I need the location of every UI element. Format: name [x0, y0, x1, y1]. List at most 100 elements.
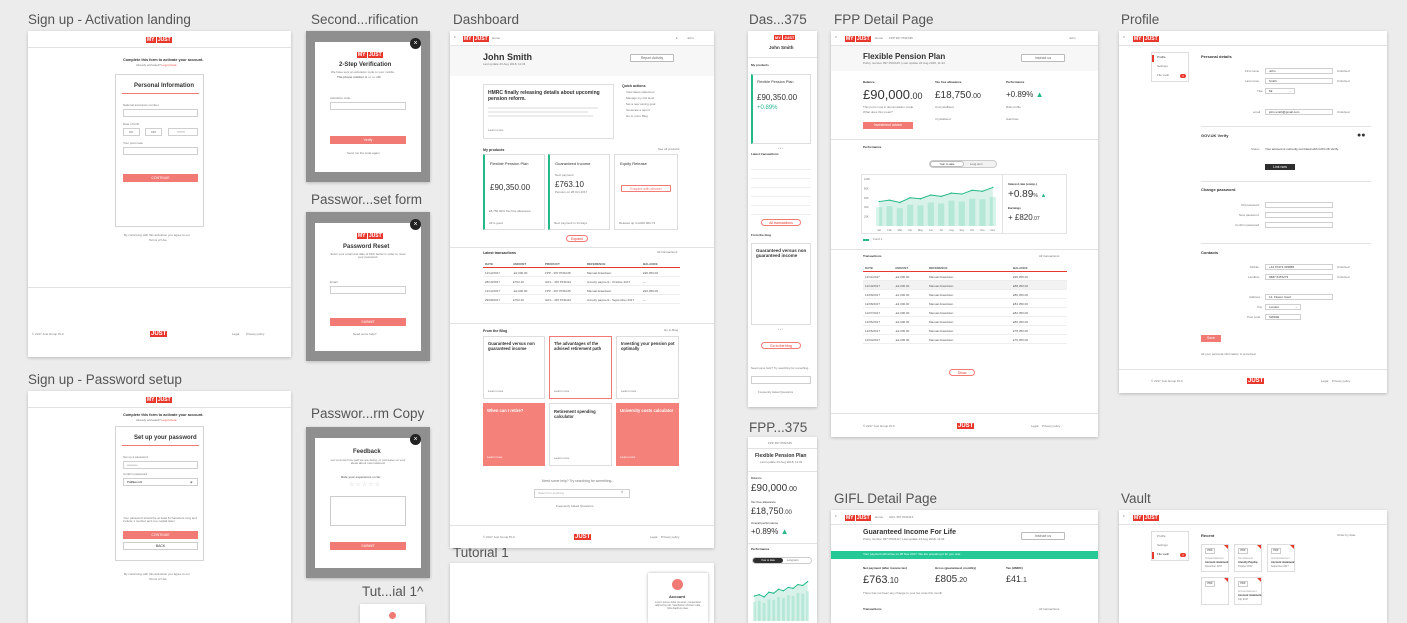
- password-input[interactable]: ••••••••••: [123, 461, 198, 469]
- column-header[interactable]: DATE: [485, 262, 493, 266]
- verify-button[interactable]: Verify: [330, 136, 406, 144]
- column-header[interactable]: PRODUCT: [545, 262, 560, 266]
- go-to-blog-link[interactable]: Go to Blog: [664, 328, 678, 332]
- table-row[interactable]: 12/04/2017 -£2,000.00 Manual drawdown £76,3…: [863, 335, 1067, 344]
- nav-home[interactable]: Home: [875, 36, 883, 40]
- menu-icon[interactable]: ≡: [835, 514, 837, 518]
- table-row[interactable]: 12/07/2017 -£2,000.00 Manual drawdown £82,3…: [863, 308, 1067, 317]
- investment-advice-button[interactable]: Investment advice: [863, 122, 913, 129]
- blog-card[interactable]: Investing your pension pot optimally Lea…: [616, 336, 679, 399]
- first-name-input[interactable]: John: [1265, 68, 1333, 74]
- close-icon[interactable]: ×: [410, 434, 421, 445]
- learn-more-link[interactable]: Learn more: [488, 128, 503, 132]
- sort-select[interactable]: Order by date: [1337, 533, 1355, 537]
- table-row[interactable]: 29/09/2017 £763.10 GIFL - 397 PFR412 Annuit…: [483, 295, 680, 304]
- postcode-input[interactable]: [123, 147, 198, 155]
- all-transactions-button[interactable]: All transactions: [761, 219, 801, 226]
- blog-card[interactable]: Guaranteed versus non guaranteed income …: [483, 336, 545, 399]
- table-row[interactable]: 12/10/2017 -£2,000.00 Manual drawdown £88,3…: [863, 281, 1067, 290]
- user-menu[interactable]: John: [687, 36, 694, 40]
- privacy-link[interactable]: Privacy policy: [661, 535, 679, 539]
- product-card-gifl[interactable]: Guaranteed Income Next payment £763.10 P…: [548, 154, 610, 230]
- nav-settings[interactable]: Settings: [1157, 543, 1168, 547]
- quick-action-link[interactable]: Go to more Blog: [626, 114, 648, 118]
- postcode-input[interactable]: SW10E: [1265, 314, 1301, 320]
- nav-home[interactable]: Home: [875, 515, 883, 519]
- continue-button[interactable]: CONTINUE: [123, 174, 198, 182]
- email-input[interactable]: [330, 286, 406, 294]
- document-card[interactable]: PDF: [1201, 577, 1229, 605]
- old-password-input[interactable]: [1265, 202, 1333, 208]
- table-row[interactable]: 12/08/2017 -£2,000.00 Manual drawdown £84,3…: [863, 299, 1067, 308]
- dob-year[interactable]: YYYY: [168, 128, 198, 136]
- instruct-button[interactable]: Instruct us: [1021, 54, 1065, 62]
- go-to-blog-button[interactable]: Go to the blog: [761, 342, 801, 349]
- document-card[interactable]: PDF Annual statement Account statement N…: [1201, 544, 1229, 572]
- city-select[interactable]: London ⌄: [1265, 304, 1301, 310]
- confirm-password-input[interactable]: [1265, 222, 1333, 228]
- column-header[interactable]: BALANCE: [643, 262, 658, 266]
- nav-settings[interactable]: Settings: [1157, 64, 1168, 68]
- resend-link[interactable]: Send me the code again: [347, 151, 380, 155]
- table-row[interactable]: 28/10/2017 £763.10 GIFL - 397 PFR412 Annuit…: [483, 277, 680, 286]
- enquire-button[interactable]: Enquire with adviser: [621, 185, 671, 192]
- blog-card[interactable]: Retirement spending calculator Learn mor…: [549, 403, 612, 466]
- new-password-input[interactable]: [1265, 212, 1333, 218]
- document-card[interactable]: PDF Tax statement Annuity Payslip Octobe…: [1234, 544, 1262, 572]
- promo-card[interactable]: University costs calculator Learn more: [616, 403, 679, 466]
- all-transactions-link[interactable]: All transactions: [1039, 254, 1059, 258]
- submit-button[interactable]: SUBMIT: [330, 542, 406, 550]
- terms-link[interactable]: Terms of Use: [149, 577, 167, 581]
- mobile-input[interactable]: +44 07473 333865: [1265, 264, 1333, 270]
- column-header[interactable]: AMOUNT: [513, 262, 526, 266]
- table-row[interactable]: 12/11/2017 -£2,000.00 Manual drawdown £90,3…: [863, 272, 1067, 281]
- submit-button[interactable]: SUBMIT: [330, 318, 406, 326]
- nav-file-vault[interactable]: File vault: [1157, 552, 1169, 556]
- nav-home[interactable]: Home: [492, 36, 500, 40]
- show-more-button[interactable]: Show: [949, 369, 975, 376]
- confirm-password-input[interactable]: Pa$$word1 ◉: [123, 478, 198, 486]
- report-button[interactable]: Report Activity: [630, 54, 674, 62]
- instruct-button[interactable]: Instruct us: [1021, 532, 1065, 540]
- legal-link[interactable]: Legal: [232, 332, 239, 336]
- link-now-button[interactable]: Link now: [1265, 164, 1295, 170]
- table-row[interactable]: 12/09/2017 -£1,000.00 Manual drawdown £86,3…: [863, 290, 1067, 299]
- back-button[interactable]: BACK: [123, 542, 198, 550]
- help-link[interactable]: Need some help?: [353, 332, 377, 336]
- table-row[interactable]: 12/12/2017 -£2,000.00 FPP - 397 PFRA35 Manu…: [483, 268, 680, 277]
- blog-card[interactable]: Guaranteed versus non guaranteed income: [751, 243, 811, 325]
- ni-input[interactable]: [123, 109, 198, 117]
- search-input[interactable]: Search for anything ⚲: [534, 489, 630, 498]
- table-row[interactable]: 12/05/2017 -£2,000.00 Manual drawdown £78,3…: [863, 326, 1067, 335]
- title-select[interactable]: Mr. ⌄: [1265, 88, 1295, 94]
- faq-link[interactable]: Frequently Asked Questions: [758, 390, 793, 394]
- privacy-link[interactable]: Privacy policy: [246, 332, 264, 336]
- chart-toggle[interactable]: Year to date Long term: [929, 160, 997, 168]
- product-card-fpp[interactable]: Flexible Pension Plan £90,350.00 £8,750.…: [483, 154, 545, 230]
- quick-action-link[interactable]: Set a new saving goal: [626, 102, 655, 106]
- document-card[interactable]: PDF Annual statement Account statement S…: [1267, 544, 1295, 572]
- nav-file-vault[interactable]: File vault: [1157, 73, 1169, 77]
- activation-code-input[interactable]: [330, 102, 406, 110]
- blog-card-selected[interactable]: The advantages of the advised retirement…: [549, 336, 612, 399]
- email-input[interactable]: john.smith@gmail.com: [1265, 109, 1333, 115]
- menu-icon[interactable]: ≡: [1123, 514, 1125, 518]
- feedback-textarea[interactable]: [330, 496, 406, 526]
- login-link[interactable]: Log in here: [162, 418, 177, 422]
- menu-icon[interactable]: ≡: [1123, 35, 1125, 39]
- column-header[interactable]: REFERENCE: [929, 266, 948, 270]
- user-menu[interactable]: John: [1069, 36, 1076, 40]
- table-row[interactable]: 12/06/2017 -£2,000.00 Manual drawdown £80,3…: [863, 317, 1067, 326]
- landline-input[interactable]: 0687 6457273: [1265, 274, 1333, 280]
- decumulation-link[interactable]: What does this mean?: [863, 110, 893, 114]
- save-button[interactable]: Save: [1201, 335, 1221, 342]
- terms-link[interactable]: Terms of Use: [149, 238, 167, 242]
- quick-action-link[interactable]: View latest statement: [626, 90, 654, 94]
- promo-card[interactable]: When can I retire? Learn more: [483, 403, 545, 466]
- address-input[interactable]: 12, Flower Court: [1265, 294, 1333, 300]
- see-all-link[interactable]: See all products: [658, 147, 680, 151]
- legal-link[interactable]: Legal: [1031, 424, 1038, 428]
- last-name-input[interactable]: Smith: [1265, 78, 1333, 84]
- search-input[interactable]: [751, 376, 811, 384]
- nav-profile[interactable]: Profile: [1157, 534, 1166, 538]
